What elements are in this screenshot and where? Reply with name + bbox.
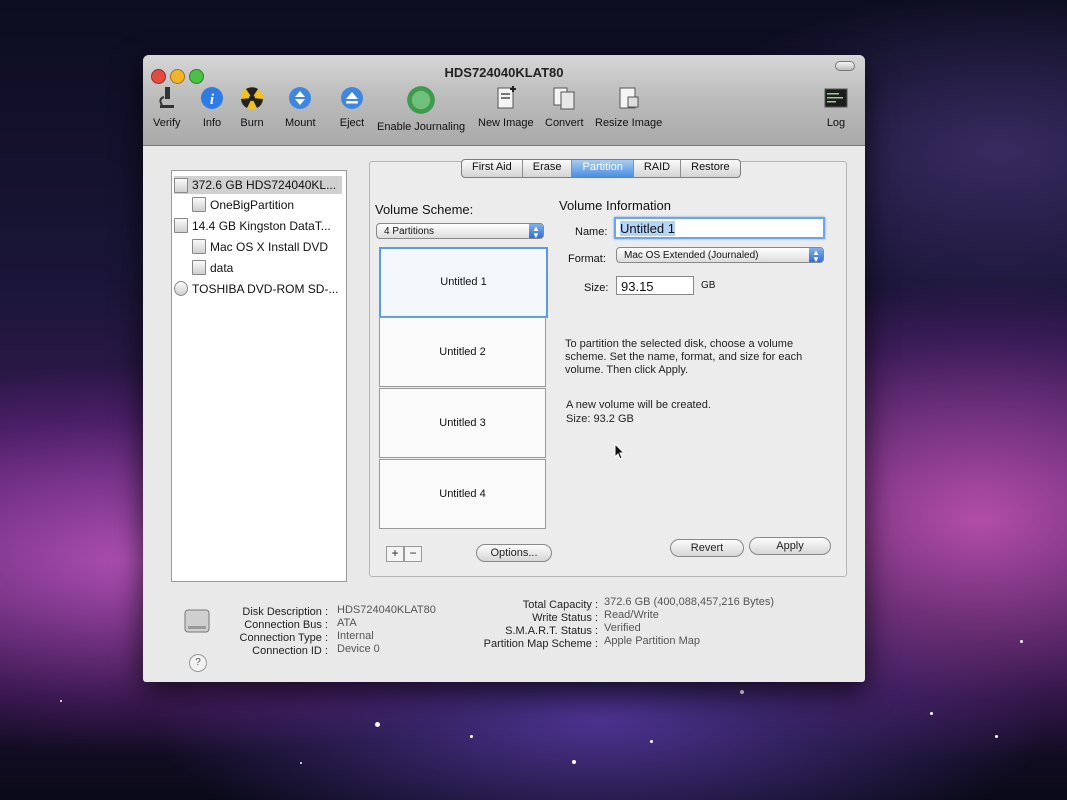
tab-raid[interactable]: RAID (634, 160, 682, 177)
burn-button[interactable]: Burn (239, 85, 265, 129)
volume-information-heading: Volume Information (559, 198, 672, 213)
status-line-1: A new volume will be created. (566, 399, 711, 411)
size-unit: GB (701, 280, 716, 291)
log-button[interactable]: Log (823, 85, 849, 129)
partition-map-scheme-value: Apple Partition Map (604, 635, 700, 647)
new-image-button[interactable]: New Image (478, 85, 534, 129)
partition-block-1[interactable]: Untitled 1 (379, 247, 548, 318)
status-line-2: Size: 93.2 GB (566, 413, 634, 425)
disk-description-value: HDS724040KLAT80 (337, 604, 436, 616)
microscope-icon (159, 87, 174, 108)
size-label: Size: (584, 282, 609, 294)
apply-button[interactable]: Apply (749, 537, 831, 555)
disk-description-key: Disk Description : (242, 606, 328, 618)
partition-map-scheme-key: Partition Map Scheme : (483, 638, 598, 650)
format-popup[interactable]: Mac OS Extended (Journaled) ▲ ▼ (616, 247, 824, 264)
name-field[interactable]: Untitled 1 (614, 217, 825, 239)
write-status-value: Read/Write (604, 609, 659, 621)
resize-image-button[interactable]: Resize Image (595, 85, 662, 129)
hard-drive-icon (174, 177, 188, 193)
new-image-icon (497, 86, 516, 109)
connection-id-value: Device 0 (337, 643, 380, 655)
disk-utility-window: HDS724040KLAT80 Verify i Info Burn Mount (143, 55, 865, 682)
remove-partition-button[interactable]: − (404, 546, 422, 562)
volume-icon (192, 197, 206, 212)
tab-restore[interactable]: Restore (681, 160, 740, 177)
smart-status-key: S.M.A.R.T. Status : (505, 625, 598, 637)
info-icon: i (201, 87, 223, 109)
volume-icon (192, 239, 206, 254)
sidebar-item-onebigpartition[interactable]: OneBigPartition (192, 197, 294, 212)
verify-button[interactable]: Verify (153, 85, 181, 129)
sidebar-item-hds-disk[interactable]: 372.6 GB HDS724040KL... (174, 176, 342, 194)
enable-journaling-button[interactable]: Enable Journaling (377, 85, 465, 133)
radiation-icon (241, 87, 263, 109)
name-label: Name: (575, 226, 608, 238)
eject-icon (341, 87, 363, 109)
instructions-text: To partition the selected disk, choose a… (565, 338, 803, 376)
smart-status-value: Verified (604, 622, 641, 634)
eject-button[interactable]: Eject (339, 85, 365, 129)
volume-scheme-popup[interactable]: 4 Partitions ▲ ▼ (376, 223, 544, 240)
add-partition-button[interactable]: + (386, 546, 404, 562)
tab-first-aid[interactable]: First Aid (462, 160, 523, 177)
tab-bar: First Aid Erase Partition RAID Restore (461, 159, 741, 178)
resize-image-icon (619, 87, 639, 109)
optical-drive-icon (174, 281, 188, 296)
connection-bus-value: ATA (337, 617, 357, 629)
window-title: HDS724040KLAT80 (444, 65, 564, 80)
sidebar-item-data[interactable]: data (192, 260, 233, 275)
log-console-icon (824, 88, 848, 108)
popup-arrows-icon: ▲ ▼ (809, 248, 823, 264)
connection-id-key: Connection ID : (252, 645, 328, 657)
mouse-cursor-icon (614, 443, 626, 460)
volume-scheme-heading: Volume Scheme: (375, 202, 474, 217)
tab-erase[interactable]: Erase (523, 160, 573, 177)
revert-button[interactable]: Revert (670, 539, 744, 557)
format-label: Format: (568, 253, 606, 265)
toolbar: HDS724040KLAT80 Verify i Info Burn Mount (143, 55, 865, 146)
connection-type-key: Connection Type : (239, 632, 328, 644)
tab-partition[interactable]: Partition (572, 160, 634, 177)
mount-button[interactable]: Mount (285, 85, 316, 129)
popup-arrows-icon: ▲ ▼ (529, 224, 543, 240)
write-status-key: Write Status : (532, 612, 598, 624)
partition-block-4[interactable]: Untitled 4 (379, 459, 546, 529)
sidebar-item-toshiba-dvd[interactable]: TOSHIBA DVD-ROM SD-... (174, 281, 338, 296)
volume-icon (192, 260, 206, 275)
total-capacity-key: Total Capacity : (522, 599, 598, 611)
total-capacity-value: 372.6 GB (400,088,457,216 Bytes) (604, 596, 775, 608)
partition-block-2[interactable]: Untitled 2 (379, 317, 546, 387)
size-field[interactable]: 93.15 (616, 276, 694, 295)
device-list: 372.6 GB HDS724040KL... OneBigPartition … (171, 170, 347, 582)
connection-type-value: Internal (337, 630, 374, 642)
convert-icon (553, 87, 575, 110)
connection-bus-key: Connection Bus : (244, 619, 328, 631)
toolbar-toggle-button[interactable] (835, 61, 855, 71)
mount-icon (289, 87, 312, 109)
sidebar-item-kingston[interactable]: 14.4 GB Kingston DataT... (174, 218, 331, 233)
usb-drive-icon (174, 218, 188, 233)
info-button[interactable]: i Info (199, 85, 225, 129)
options-button[interactable]: Options... (476, 544, 552, 562)
partition-block-3[interactable]: Untitled 3 (379, 388, 546, 458)
sidebar-item-install-dvd[interactable]: Mac OS X Install DVD (192, 239, 328, 254)
journaling-icon (407, 86, 435, 114)
convert-button[interactable]: Convert (545, 85, 584, 129)
